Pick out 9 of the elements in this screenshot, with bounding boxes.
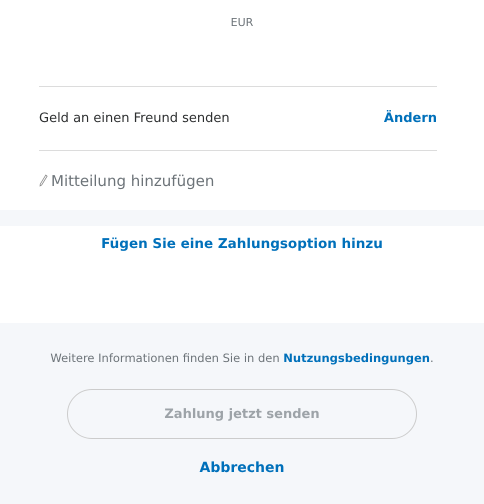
message-field[interactable]: Mitteilung hinzufügen — [51, 172, 281, 190]
cancel-link[interactable]: Abbrechen — [199, 460, 284, 476]
add-payment-option-link[interactable]: Fügen Sie eine Zahlungsoption hinzu — [101, 236, 383, 252]
change-link[interactable]: Ändern — [384, 111, 437, 126]
terms-text: Weitere Informationen finden Sie in den Nutzungsbedingungen. — [50, 351, 434, 365]
currency-label: EUR — [230, 16, 254, 31]
pencil-icon — [39, 174, 48, 187]
terms-link[interactable]: Nutzungsbedingungen — [283, 351, 430, 365]
recipient-label: Geld an einen Freund senden — [39, 111, 230, 126]
